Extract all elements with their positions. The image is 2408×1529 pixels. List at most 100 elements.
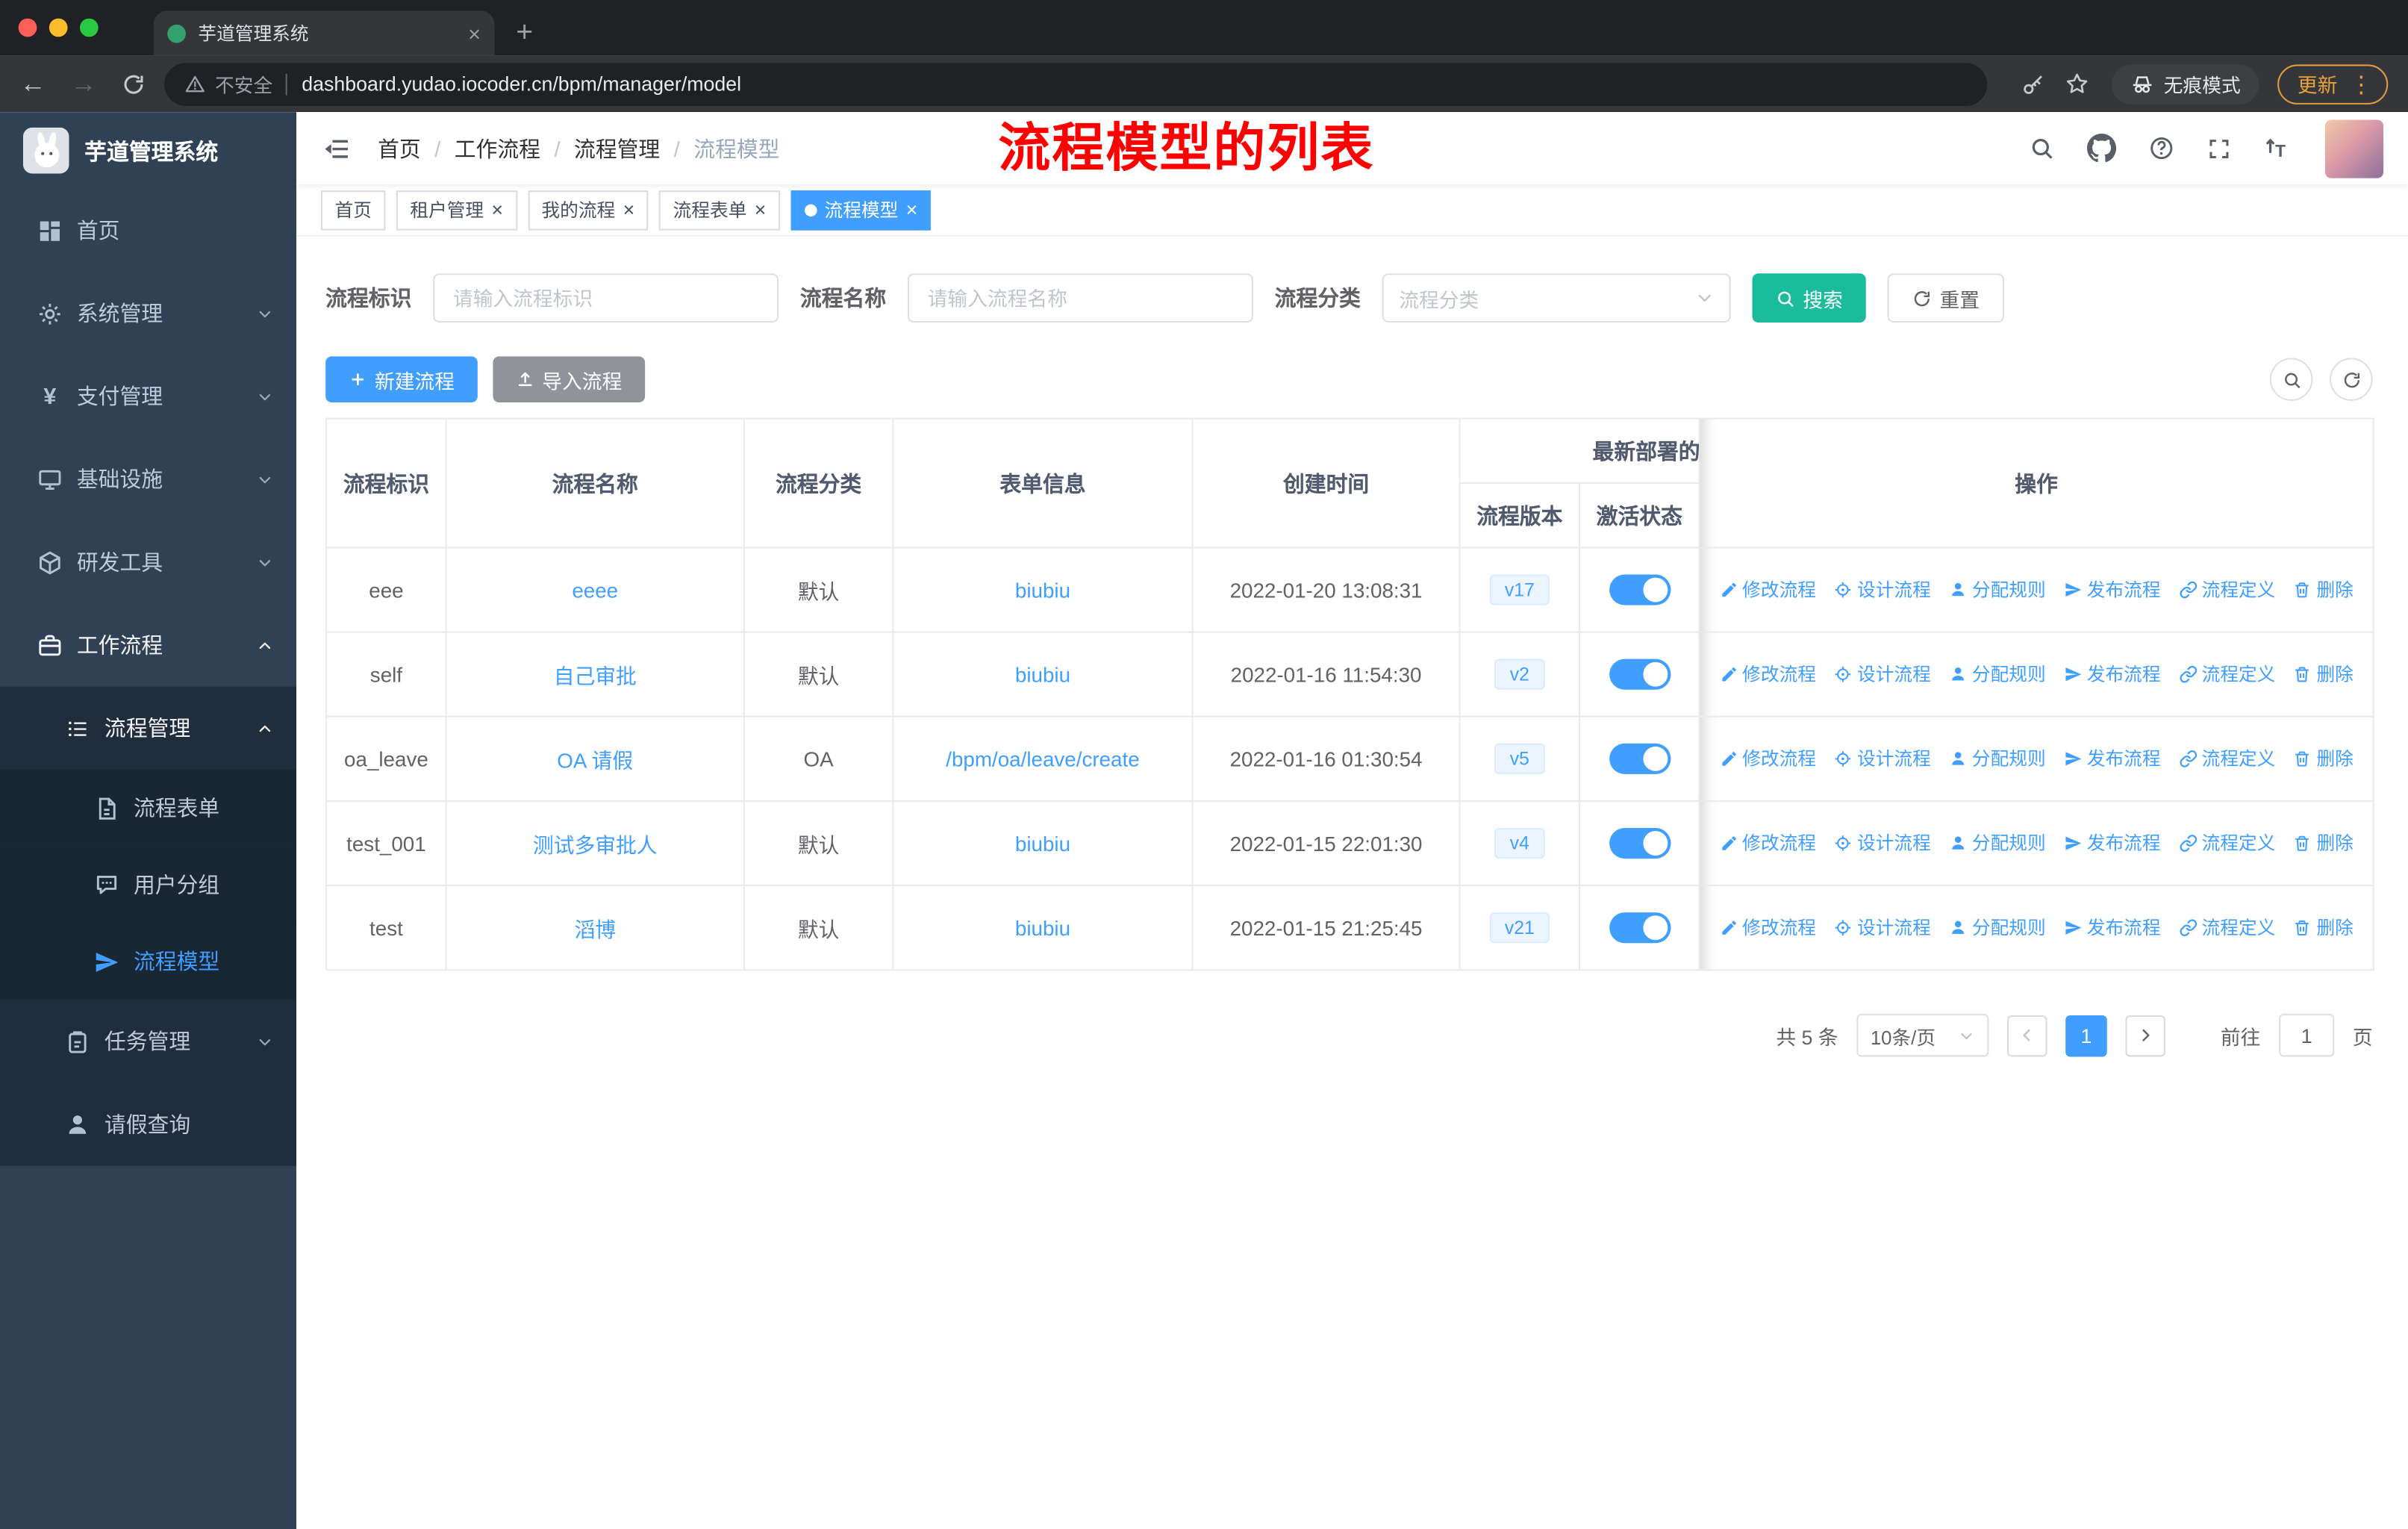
bookmark-star-icon[interactable] [2064, 71, 2090, 97]
tag-home[interactable]: 首页 [320, 190, 386, 230]
current-page[interactable]: 1 [2065, 1014, 2107, 1056]
publish-flow-link[interactable]: 发布流程 [2064, 661, 2161, 687]
flow-name-link[interactable]: 测试多审批人 [533, 834, 658, 857]
back-button[interactable]: ← [20, 71, 46, 97]
tag-my-flows[interactable]: 我的流程 × [527, 190, 649, 230]
flow-definition-link[interactable]: 流程定义 [2179, 661, 2275, 687]
flow-name-input[interactable] [907, 273, 1253, 323]
publish-flow-link[interactable]: 发布流程 [2064, 830, 2161, 856]
form-info-link[interactable]: /bpm/oa/leave/create [946, 747, 1139, 770]
tag-close-icon[interactable]: × [755, 199, 767, 219]
sidebar-item-process-form[interactable]: 流程表单 [0, 769, 297, 847]
design-flow-link[interactable]: 设计流程 [1834, 745, 1931, 771]
sidebar-item-system-mgmt[interactable]: 系统管理 [0, 272, 296, 355]
modify-flow-link[interactable]: 修改流程 [1719, 576, 1816, 602]
breadcrumb-item[interactable]: 工作流程 [421, 133, 540, 164]
fullscreen-icon[interactable] [2206, 136, 2231, 161]
reload-button[interactable] [122, 72, 146, 96]
tag-flow-form[interactable]: 流程表单 × [659, 190, 780, 230]
sidebar-item-task-mgmt[interactable]: 任务管理 [0, 1000, 297, 1083]
sidebar-toggle-icon[interactable] [321, 133, 352, 164]
search-icon[interactable] [2029, 135, 2055, 161]
toggle-search-button[interactable] [2269, 358, 2313, 401]
delete-link[interactable]: 删除 [2294, 576, 2354, 602]
goto-page-input[interactable] [2279, 1013, 2335, 1057]
menu-dots-icon[interactable]: ⋮ [2350, 70, 2373, 98]
tag-tenant-mgmt[interactable]: 租户管理 × [396, 190, 517, 230]
font-size-icon[interactable] [2264, 134, 2293, 163]
refresh-table-button[interactable] [2330, 358, 2373, 401]
user-avatar[interactable] [2324, 119, 2384, 178]
publish-flow-link[interactable]: 发布流程 [2064, 745, 2161, 771]
modify-flow-link[interactable]: 修改流程 [1719, 661, 1816, 687]
flow-definition-link[interactable]: 流程定义 [2179, 915, 2275, 941]
design-flow-link[interactable]: 设计流程 [1834, 576, 1931, 602]
tag-close-icon[interactable]: × [623, 199, 635, 219]
assign-rule-link[interactable]: 分配规则 [1949, 576, 2046, 602]
sidebar-item-home[interactable]: 首页 [0, 189, 296, 272]
flow-name-link[interactable]: 自己审批 [554, 665, 637, 688]
modify-flow-link[interactable]: 修改流程 [1719, 745, 1816, 771]
window-close-button[interactable] [18, 18, 37, 37]
flow-definition-link[interactable]: 流程定义 [2179, 576, 2275, 602]
publish-flow-link[interactable]: 发布流程 [2064, 915, 2161, 941]
modify-flow-link[interactable]: 修改流程 [1719, 830, 1816, 856]
publish-flow-link[interactable]: 发布流程 [2064, 576, 2161, 602]
delete-link[interactable]: 删除 [2294, 830, 2354, 856]
sidebar-item-dev-tools[interactable]: 研发工具 [0, 520, 296, 603]
reset-button[interactable]: 重置 [1887, 273, 2004, 323]
active-switch[interactable] [1609, 912, 1671, 944]
update-button[interactable]: 更新 ⋮ [2277, 63, 2389, 104]
sidebar-item-leave-query[interactable]: 请假查询 [0, 1083, 297, 1166]
delete-link[interactable]: 删除 [2294, 745, 2354, 771]
flow-name-link[interactable]: eeee [572, 579, 618, 602]
modify-flow-link[interactable]: 修改流程 [1719, 915, 1816, 941]
category-select[interactable]: 流程分类 [1382, 273, 1731, 323]
logo[interactable]: 芋道管理系统 [0, 112, 296, 189]
tag-close-icon[interactable]: × [906, 199, 918, 219]
sidebar-item-payment-mgmt[interactable]: ¥ 支付管理 [0, 355, 296, 437]
search-button[interactable]: 搜索 [1752, 273, 1866, 323]
delete-link[interactable]: 删除 [2294, 661, 2354, 687]
tag-close-icon[interactable]: × [491, 199, 503, 219]
sidebar-item-process-model[interactable]: 流程模型 [0, 923, 297, 1000]
assign-rule-link[interactable]: 分配规则 [1949, 830, 2046, 856]
breadcrumb-item[interactable]: 流程管理 [540, 133, 660, 164]
assign-rule-link[interactable]: 分配规则 [1949, 661, 2046, 687]
sidebar-item-process-mgmt[interactable]: 流程管理 [0, 686, 297, 770]
sidebar-item-workflow[interactable]: 工作流程 [0, 604, 296, 687]
new-tab-button[interactable]: + [516, 19, 533, 48]
form-info-link[interactable]: biubiu [1015, 663, 1070, 686]
flow-name-link[interactable]: 滔博 [574, 918, 616, 941]
flow-name-link[interactable]: OA 请假 [557, 750, 633, 773]
form-info-link[interactable]: biubiu [1015, 916, 1070, 939]
import-flow-button[interactable]: 导入流程 [493, 356, 646, 403]
design-flow-link[interactable]: 设计流程 [1834, 830, 1931, 856]
delete-link[interactable]: 删除 [2294, 915, 2354, 941]
assign-rule-link[interactable]: 分配规则 [1949, 915, 2046, 941]
next-page-button[interactable] [2125, 1014, 2165, 1056]
browser-tab[interactable]: 芋道管理系统 × [153, 10, 495, 56]
create-flow-button[interactable]: 新建流程 [325, 356, 478, 403]
flow-definition-link[interactable]: 流程定义 [2179, 745, 2275, 771]
active-switch[interactable] [1609, 658, 1671, 690]
breadcrumb-item[interactable]: 首页 [378, 133, 421, 164]
prev-page-button[interactable] [2006, 1014, 2047, 1056]
form-info-link[interactable]: biubiu [1015, 832, 1070, 855]
sidebar-item-user-group[interactable]: 用户分组 [0, 846, 297, 924]
design-flow-link[interactable]: 设计流程 [1834, 661, 1931, 687]
address-bar[interactable]: 不安全 dashboard.yudao.iocoder.cn/bpm/manag… [164, 62, 1988, 105]
forward-button[interactable]: → [71, 71, 97, 97]
window-minimize-button[interactable] [49, 18, 68, 37]
tag-flow-model[interactable]: 流程模型 × [790, 190, 932, 230]
window-zoom-button[interactable] [79, 18, 99, 37]
assign-rule-link[interactable]: 分配规则 [1949, 745, 2046, 771]
page-size-select[interactable]: 10条/页 [1856, 1013, 1989, 1057]
tab-close-icon[interactable]: × [468, 22, 481, 44]
flow-definition-link[interactable]: 流程定义 [2179, 830, 2275, 856]
github-icon[interactable] [2087, 134, 2116, 163]
form-info-link[interactable]: biubiu [1015, 579, 1070, 602]
active-switch[interactable] [1609, 827, 1671, 859]
key-icon[interactable] [2021, 72, 2045, 96]
flow-key-input[interactable] [433, 273, 779, 323]
